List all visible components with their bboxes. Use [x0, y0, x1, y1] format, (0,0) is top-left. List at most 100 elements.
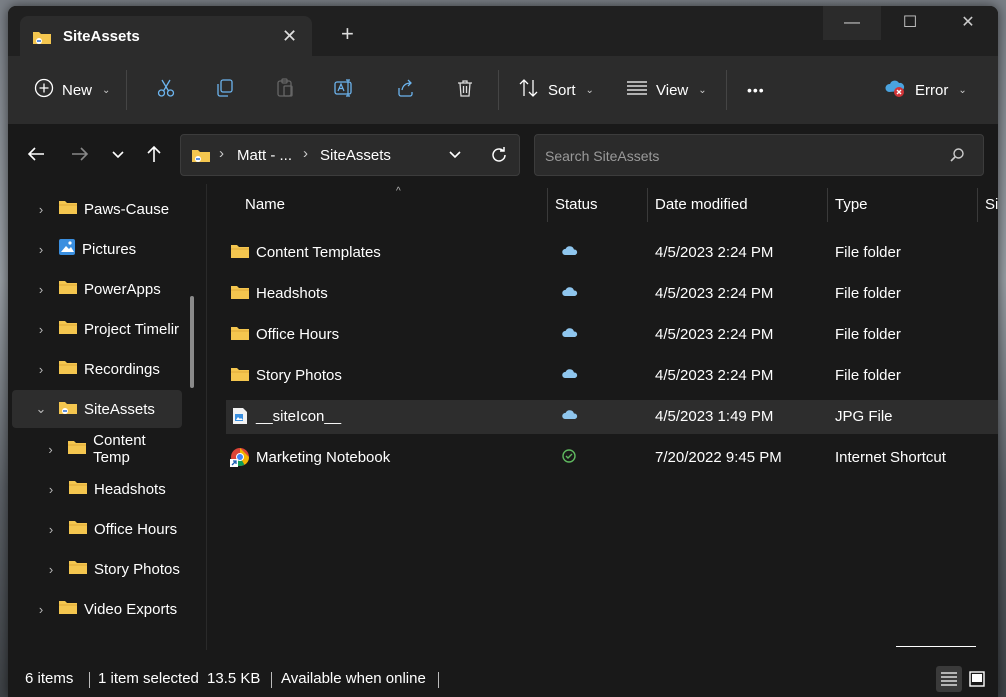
status-divider — [89, 672, 90, 688]
search-icon[interactable] — [949, 147, 965, 168]
nav-item-powerapps[interactable]: › PowerApps — [12, 270, 182, 308]
nav-item-siteassets[interactable]: ⌄ SiteAssets — [12, 390, 182, 428]
folder-icon — [230, 243, 250, 263]
folder-icon — [58, 599, 78, 619]
chevron-right-icon[interactable]: › — [42, 442, 59, 457]
nav-item-project-timeline[interactable]: › Project Timelir — [12, 310, 182, 348]
back-arrow-icon[interactable] — [26, 144, 46, 170]
column-divider[interactable] — [647, 188, 648, 222]
details-view-button[interactable] — [936, 666, 962, 692]
chevron-right-icon[interactable]: › — [32, 362, 50, 377]
breadcrumb-matt[interactable]: Matt - ... — [237, 147, 292, 164]
maximize-button[interactable]: ☐ — [881, 6, 939, 40]
nav-item-label: Paws-Cause — [84, 200, 170, 218]
share-button[interactable] — [395, 78, 415, 102]
nav-item-pictures[interactable]: › Pictures — [12, 230, 182, 268]
nav-item-recordings[interactable]: › Recordings — [12, 350, 182, 388]
search-box[interactable] — [534, 134, 984, 176]
folder-icon — [230, 284, 250, 304]
folder-icon — [67, 439, 87, 459]
column-divider[interactable] — [547, 188, 548, 222]
chevron-right-icon[interactable]: › — [32, 202, 50, 217]
chevron-right-icon[interactable]: › — [42, 482, 60, 497]
delete-button[interactable] — [455, 78, 475, 102]
folder-icon — [58, 199, 78, 219]
date-modified: 4/5/2023 2:24 PM — [655, 244, 774, 261]
chevron-right-icon[interactable]: › — [32, 602, 50, 617]
cut-button[interactable] — [156, 78, 176, 102]
new-button[interactable]: New ⌄ — [34, 78, 110, 102]
chevron-down-icon[interactable]: ⌄ — [32, 401, 50, 417]
column-header-status[interactable]: Status — [555, 196, 598, 213]
breadcrumb-siteassets[interactable]: SiteAssets — [320, 147, 391, 164]
chevron-right-icon[interactable]: › — [32, 322, 50, 337]
pane-divider[interactable] — [206, 184, 207, 650]
table-row[interactable]: Headshots 4/5/2023 2:24 PM File folder — [226, 277, 998, 311]
rename-button[interactable] — [334, 78, 356, 102]
column-header-name[interactable]: Name — [245, 196, 285, 213]
column-header-type[interactable]: Type — [835, 196, 868, 213]
chevron-right-icon[interactable]: › — [32, 242, 50, 257]
forward-arrow-icon[interactable] — [70, 144, 90, 170]
nav-item-office-hours[interactable]: › Office Hours — [12, 510, 182, 548]
nav-item-content-templates[interactable]: › Content Temp — [12, 430, 182, 468]
nav-item-headshots[interactable]: › Headshots — [12, 470, 182, 508]
nav-item-story-photos[interactable]: › Story Photos — [12, 550, 182, 588]
copy-button[interactable] — [215, 78, 235, 102]
view-button[interactable]: View ⌄ — [626, 78, 707, 102]
table-row[interactable]: Marketing Notebook 7/20/2022 9:45 PM Int… — [226, 441, 998, 475]
cloud-icon — [562, 408, 578, 425]
details-view-icon — [941, 672, 957, 690]
file-name: Marketing Notebook — [256, 449, 391, 466]
tab-siteassets[interactable]: SiteAssets ✕ — [20, 16, 312, 56]
close-window-button[interactable]: ✕ — [939, 6, 997, 40]
column-divider[interactable] — [977, 188, 978, 222]
address-history-chevron-icon[interactable] — [447, 147, 463, 168]
nav-item-label: PowerApps — [84, 280, 161, 298]
column-header-date-modified[interactable]: Date modified — [655, 196, 748, 213]
minimize-button[interactable]: — — [823, 6, 881, 40]
chrome-shortcut-icon — [230, 447, 250, 471]
chevron-down-icon: ⌄ — [958, 84, 967, 96]
chevron-right-icon[interactable]: › — [42, 562, 60, 577]
table-row-selected[interactable]: __siteIcon__ 4/5/2023 1:49 PM JPG File — [226, 400, 998, 434]
address-bar[interactable]: › Matt - ... › SiteAssets — [180, 134, 520, 176]
table-row[interactable]: Content Templates 4/5/2023 2:24 PM File … — [226, 236, 998, 270]
cloud-icon — [562, 326, 578, 343]
file-name: Headshots — [256, 285, 328, 302]
search-input[interactable] — [543, 145, 937, 167]
file-type: File folder — [835, 285, 901, 302]
more-options-button[interactable]: ••• — [747, 78, 765, 102]
paste-button[interactable] — [275, 78, 295, 102]
table-row[interactable]: Office Hours 4/5/2023 2:24 PM File folde… — [226, 318, 998, 352]
column-divider[interactable] — [827, 188, 828, 222]
command-bar: New ⌄ Sort ⌄ View ⌄ ••• Error ⌄ — [8, 56, 998, 124]
column-header-size[interactable]: Si — [985, 196, 998, 213]
nav-item-label: Recordings — [84, 360, 160, 378]
close-tab-icon[interactable]: ✕ — [282, 26, 297, 47]
file-explorer-window: SiteAssets ✕ + — ☐ ✕ New ⌄ Sort ⌄ View ⌄… — [8, 6, 998, 697]
refresh-icon[interactable] — [489, 145, 509, 170]
new-tab-button[interactable]: + — [341, 23, 354, 45]
breadcrumb-separator: › — [219, 145, 224, 162]
selection-count: 1 item selected — [98, 670, 199, 687]
nav-scrollbar[interactable] — [190, 296, 194, 388]
chevron-right-icon[interactable]: › — [32, 282, 50, 297]
chevron-down-icon: ⌄ — [698, 84, 707, 96]
up-arrow-icon[interactable] — [144, 144, 164, 170]
synced-check-icon — [562, 449, 576, 467]
table-row[interactable]: Story Photos 4/5/2023 2:24 PM File folde… — [226, 359, 998, 393]
recent-locations-icon[interactable] — [110, 146, 126, 169]
nav-item-paws-cause[interactable]: › Paws-Cause — [12, 190, 182, 228]
date-modified: 4/5/2023 2:24 PM — [655, 326, 774, 343]
tiles-view-button[interactable] — [964, 666, 990, 692]
nav-item-video-exports[interactable]: › Video Exports — [12, 590, 182, 628]
onedrive-error-button[interactable]: Error ⌄ — [885, 78, 967, 102]
chevron-down-icon: ⌄ — [102, 84, 111, 96]
file-type: File folder — [835, 367, 901, 384]
sort-button[interactable]: Sort ⌄ — [518, 78, 594, 102]
chevron-right-icon[interactable]: › — [42, 522, 60, 537]
sort-label: Sort — [548, 81, 576, 99]
selection-size: 13.5 KB — [207, 670, 261, 687]
sort-ascending-icon: ^ — [396, 186, 401, 197]
